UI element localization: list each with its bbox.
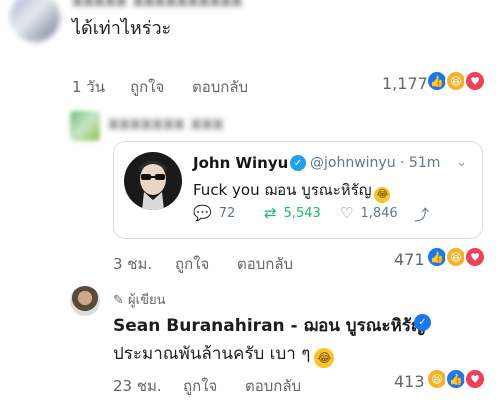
comment-text: ได้เท่าไหร่วะ [72, 18, 172, 39]
comment-text-content: ประมาณพันล้านครับ เบา ๆ [113, 344, 311, 364]
comment-time[interactable]: 3 ชม. [113, 252, 152, 276]
share-icon: ⤴ [414, 206, 430, 224]
commenter-avatar[interactable] [10, 0, 60, 42]
like-button[interactable]: ถูกใจ [183, 374, 217, 398]
tweet-author-avatar[interactable] [124, 152, 182, 210]
comment-actions: 23 ชม. ถูกใจ ตอบกลับ [113, 374, 333, 395]
tweet-like-stat[interactable]: ♡ 1,846 [340, 204, 398, 222]
author-avatar[interactable] [70, 286, 100, 316]
comment-time[interactable]: 23 ชม. [113, 374, 162, 398]
laughing-emoji-icon: 😂 [374, 187, 391, 203]
tweet-share-button[interactable]: ⤴ [414, 204, 436, 225]
reaction-icons[interactable]: 😆 👍 ♥ [426, 368, 486, 390]
comment-text: ประมาณพันล้านครับ เบา ๆ 😂 [113, 340, 335, 368]
comment-time[interactable]: 1 วัน [72, 75, 105, 99]
tweet-author-name[interactable]: John Winyu [193, 154, 288, 172]
reply-count: 72 [218, 205, 236, 221]
author-tag-label: ผู้เขียน [128, 293, 166, 308]
author-tag: ✎ ผู้เขียน [113, 293, 166, 308]
heart-icon: ♡ [340, 204, 354, 222]
commenter-avatar[interactable] [70, 111, 100, 141]
laughing-emoji-icon: 😂 [314, 348, 335, 368]
commenter-name-blurred[interactable]: xxxxxxx xxx [108, 114, 224, 134]
reply-button[interactable]: ตอบกลับ [245, 374, 301, 398]
love-reaction-icon: ♥ [464, 70, 486, 92]
embedded-tweet-card[interactable]: John Winyu ✓ @johnwinyu · 51m ⌄ Fuck you… [113, 141, 483, 239]
love-reaction-icon: ♥ [464, 368, 486, 390]
commenter-name-blurred[interactable]: xxxxx xxxxxxxxxx [72, 0, 242, 11]
tweet-handle-time[interactable]: @johnwinyu · 51m [310, 155, 440, 171]
verified-badge-icon: ✓ [414, 314, 431, 331]
comment-actions: 3 ชม. ถูกใจ ตอบกลับ [113, 252, 333, 273]
reaction-icons[interactable]: 👍 😆 ♥ [426, 70, 486, 92]
like-button[interactable]: ถูกใจ [175, 252, 209, 276]
author-name[interactable]: Sean Buranahiran - ฌอน บูรณะหิรัญ [113, 312, 425, 339]
reply-button[interactable]: ตอบกลับ [237, 252, 293, 276]
like-count: 1,846 [360, 205, 398, 221]
comment-actions: 1 วัน ถูกใจ ตอบกลับ [72, 75, 292, 96]
reaction-icons[interactable]: 👍 😆 ♥ [426, 246, 486, 268]
tweet-text-content: Fuck you ฌอน บูรณะหิรัญ [193, 181, 372, 199]
retweet-icon: ⇄ [264, 204, 277, 222]
love-reaction-icon: ♥ [464, 246, 486, 268]
reply-bubble-icon: 💬 [193, 204, 212, 222]
portrait-icon [139, 160, 167, 210]
verified-badge-icon: ✓ [290, 155, 306, 171]
tweet-reply-stat[interactable]: 💬 72 [193, 204, 235, 222]
reply-button[interactable]: ตอบกลับ [192, 75, 248, 99]
chevron-down-icon[interactable]: ⌄ [456, 155, 467, 170]
reaction-count[interactable]: 471 [394, 250, 425, 269]
like-button[interactable]: ถูกใจ [130, 75, 164, 99]
tweet-text: Fuck you ฌอน บูรณะหิรัญ 😂 [193, 178, 391, 203]
reaction-count[interactable]: 1,177 [382, 74, 428, 93]
reaction-count[interactable]: 413 [394, 372, 425, 391]
retweet-count: 5,543 [283, 205, 321, 221]
tweet-retweet-stat[interactable]: ⇄ 5,543 [264, 204, 321, 222]
